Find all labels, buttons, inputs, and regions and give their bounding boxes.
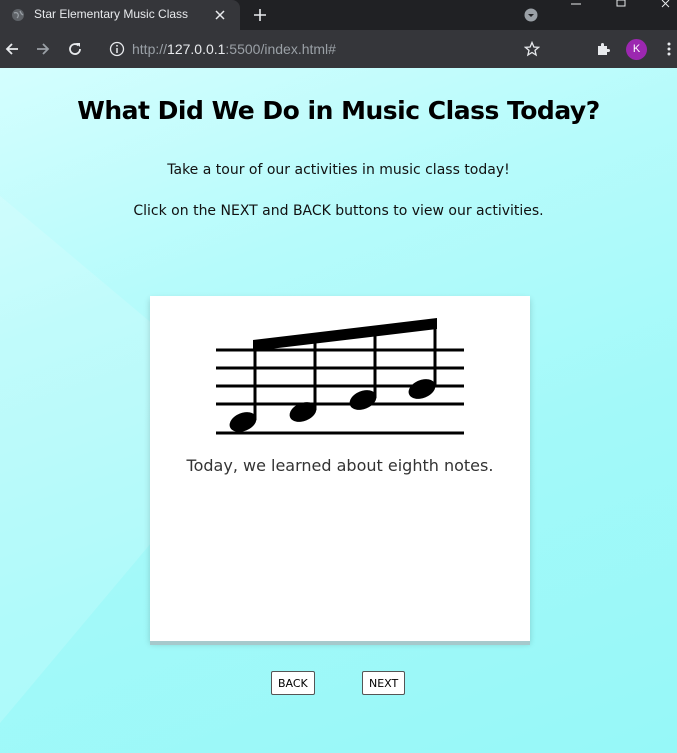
tab-title: Star Elementary Music Class <box>34 7 189 21</box>
page-title: What Did We Do in Music Class Today? <box>77 96 600 125</box>
browser-toolbar: http://127.0.0.1:5500/index.html# K <box>0 30 677 68</box>
extensions-puzzle-icon[interactable] <box>595 41 611 57</box>
instructions-text: Click on the NEXT and BACK buttons to vi… <box>133 203 544 219</box>
back-arrow-icon[interactable] <box>4 41 20 57</box>
new-tab-icon[interactable] <box>252 7 268 23</box>
back-button[interactable]: BACK <box>271 671 315 695</box>
address-bar[interactable]: http://127.0.0.1:5500/index.html# <box>99 35 561 63</box>
menu-kebab-icon[interactable] <box>661 41 677 57</box>
intro-text: Take a tour of our activities in music c… <box>167 162 510 178</box>
maximize-icon[interactable] <box>614 0 628 10</box>
info-icon[interactable] <box>109 41 125 57</box>
forward-arrow-icon[interactable] <box>35 41 51 57</box>
globe-icon <box>12 9 24 21</box>
next-button[interactable]: NEXT <box>362 671 406 695</box>
page-content: What Did We Do in Music Class Today? Tak… <box>0 68 677 753</box>
profile-avatar[interactable]: K <box>626 39 647 60</box>
slide-card: Today, we learned about eighth notes. <box>150 296 530 641</box>
close-tab-icon[interactable] <box>213 8 227 22</box>
window-close-icon[interactable] <box>659 0 673 10</box>
url-text[interactable]: http://127.0.0.1:5500/index.html# <box>132 41 336 57</box>
slide-caption: Today, we learned about eighth notes. <box>186 456 494 475</box>
eighth-notes-icon <box>216 318 464 435</box>
reload-icon[interactable] <box>67 41 83 57</box>
browser-tab[interactable]: Star Elementary Music Class <box>0 0 240 30</box>
bookmark-star-icon[interactable] <box>524 41 540 57</box>
browser-tab-bar: Star Elementary Music Class <box>0 0 677 30</box>
minimize-icon[interactable] <box>569 0 583 10</box>
tab-search-icon[interactable] <box>524 8 538 22</box>
